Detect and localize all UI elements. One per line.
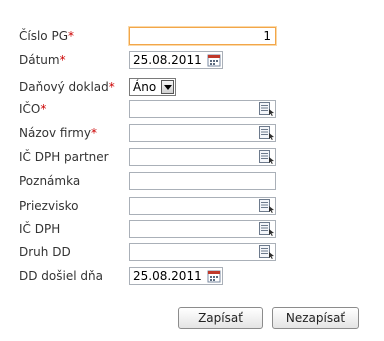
- label-ic-dph: IČ DPH: [19, 222, 61, 236]
- list-lookup-icon[interactable]: [259, 222, 275, 236]
- poznamka-input[interactable]: [129, 172, 276, 190]
- datum-value: 25.08.2011: [133, 53, 202, 67]
- list-lookup-icon[interactable]: [259, 126, 275, 140]
- chevron-down-icon[interactable]: [161, 80, 174, 94]
- label-danovy-doklad: Daňový doklad*: [19, 80, 115, 94]
- list-lookup-icon[interactable]: [259, 102, 275, 116]
- danovy-doklad-value: Áno: [133, 80, 157, 94]
- list-lookup-icon[interactable]: [259, 199, 275, 213]
- dd-dosiel-dna-input[interactable]: 25.08.2011: [129, 267, 223, 285]
- label-datum: Dátum*: [19, 53, 66, 67]
- list-lookup-icon[interactable]: [259, 245, 275, 259]
- nazov-firmy-input[interactable]: [129, 124, 276, 142]
- ico-input[interactable]: [129, 100, 276, 118]
- ic-dph-partner-input[interactable]: [129, 148, 276, 166]
- calendar-icon[interactable]: [207, 53, 221, 67]
- label-dd-dosiel-dna: DD došiel dňa: [19, 269, 103, 283]
- priezvisko-input[interactable]: [129, 197, 276, 215]
- label-priezvisko: Priezvisko: [19, 199, 79, 213]
- calendar-icon[interactable]: [207, 269, 221, 283]
- label-ico: IČO*: [19, 102, 47, 116]
- cislo-pg-input[interactable]: 1: [129, 27, 276, 45]
- label-druh-dd: Druh DD: [19, 245, 71, 259]
- label-poznamka: Poznámka: [19, 174, 81, 188]
- label-nazov-firmy: Názov firmy*: [19, 126, 97, 140]
- datum-input[interactable]: 25.08.2011: [129, 51, 223, 69]
- danovy-doklad-select[interactable]: Áno: [129, 78, 176, 96]
- list-lookup-icon[interactable]: [259, 150, 275, 164]
- druh-dd-input[interactable]: [129, 243, 276, 261]
- ic-dph-input[interactable]: [129, 220, 276, 238]
- label-cislo-pg: Číslo PG*: [19, 29, 74, 43]
- label-ic-dph-partner: IČ DPH partner: [19, 150, 109, 164]
- save-button[interactable]: Zapísať: [178, 307, 263, 329]
- cancel-button[interactable]: Nezapísať: [272, 307, 359, 329]
- dd-dosiel-dna-value: 25.08.2011: [133, 269, 202, 283]
